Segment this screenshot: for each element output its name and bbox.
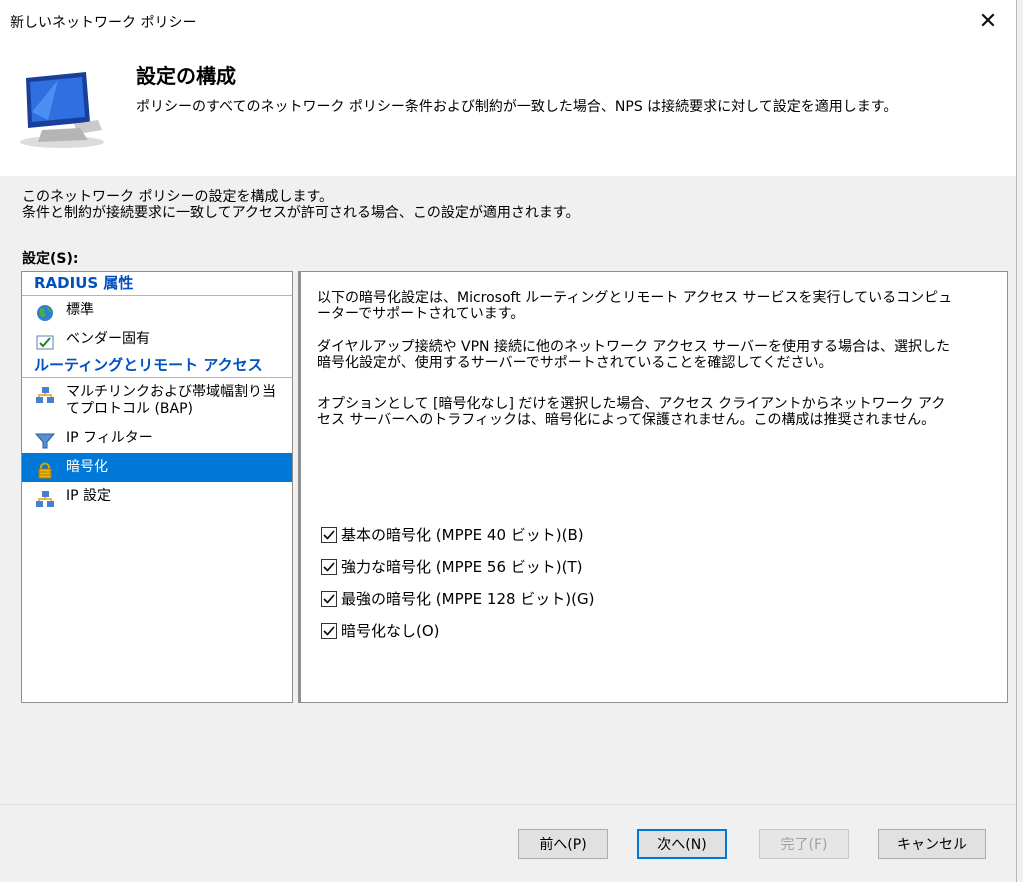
info-paragraph-2: ダイヤルアップ接続や VPN 接続に他のネットワーク アクセス サーバーを使用す…: [317, 339, 951, 371]
settings-tree: RADIUS 属性 標準 ベンダー固有 ルーティングとリモート アクセス マルチ…: [21, 271, 293, 703]
tree-item-ip-filter[interactable]: IP フィルター: [22, 424, 292, 453]
back-button[interactable]: 前へ(P): [518, 829, 608, 859]
finish-button[interactable]: 完了(F): [759, 829, 849, 859]
lock-icon: [38, 462, 52, 479]
filter-icon: [34, 433, 56, 449]
basic-encryption-checkbox[interactable]: 基本の暗号化 (MPPE 40 ビット)(B): [321, 524, 584, 545]
checkbox-label: 最強の暗号化 (MPPE 128 ビット)(G): [341, 590, 595, 608]
tree-item-encryption[interactable]: 暗号化: [22, 453, 292, 482]
network-icon: [36, 387, 54, 403]
page-title: 設定の構成: [136, 64, 236, 88]
footer-divider: [0, 804, 1016, 805]
strongest-encryption-checkbox[interactable]: 最強の暗号化 (MPPE 128 ビット)(G): [321, 588, 594, 609]
checkbox-checked-icon: [321, 590, 337, 607]
checkbox-label: 暗号化なし(O): [341, 622, 440, 640]
tree-item-ip-settings[interactable]: IP 設定: [22, 482, 292, 511]
tree-item-label: IP 設定: [66, 488, 112, 504]
intro-line-1: このネットワーク ポリシーの設定を構成します。: [22, 189, 334, 205]
encryption-settings-panel: 以下の暗号化設定は、Microsoft ルーティングとリモート アクセス サービ…: [298, 271, 1008, 703]
window-title: 新しいネットワーク ポリシー: [10, 15, 197, 31]
tree-item-multilink[interactable]: マルチリンクおよび帯域幅割り当てプロトコル (BAP): [22, 378, 292, 424]
checklist-icon: [36, 335, 54, 350]
checkbox-label: 強力な暗号化 (MPPE 56 ビット)(T): [341, 558, 583, 576]
tree-item-label: IP フィルター: [66, 430, 153, 446]
monitor-icon: [20, 72, 104, 148]
page-description: ポリシーのすべてのネットワーク ポリシー条件および制約が一致した場合、NPS は…: [136, 99, 898, 115]
tree-item-vendor[interactable]: ベンダー固有: [22, 325, 292, 354]
intro-text: このネットワーク ポリシーの設定を構成します。 条件と制約が接続要求に一致してア…: [22, 189, 579, 221]
tree-item-standard[interactable]: 標準: [22, 296, 292, 325]
network-icon: [36, 491, 54, 507]
group-header-radius: RADIUS 属性: [22, 272, 292, 296]
settings-label: 設定(S):: [22, 251, 79, 267]
group-header-routing: ルーティングとリモート アクセス: [22, 354, 292, 378]
globe-icon: [37, 305, 53, 321]
tree-item-label: ベンダー固有: [66, 331, 150, 347]
wizard-header: 設定の構成 ポリシーのすべてのネットワーク ポリシー条件および制約が一致した場合…: [0, 46, 1016, 176]
info-paragraph-1: 以下の暗号化設定は、Microsoft ルーティングとリモート アクセス サービ…: [317, 290, 953, 322]
title-bar: 新しいネットワーク ポリシー ✕: [0, 0, 1016, 46]
tree-item-label: マルチリンクおよび帯域幅割り当てプロトコル (BAP): [66, 384, 276, 417]
new-network-policy-dialog: 新しいネットワーク ポリシー ✕ 設定の構成 ポリシーのすべてのネットワーク ポ…: [0, 0, 1017, 882]
checkbox-checked-icon: [321, 526, 337, 543]
no-encryption-checkbox[interactable]: 暗号化なし(O): [321, 620, 440, 641]
info-paragraph-3: オプションとして [暗号化なし] だけを選択した場合、アクセス クライアントから…: [317, 396, 946, 428]
strong-encryption-checkbox[interactable]: 強力な暗号化 (MPPE 56 ビット)(T): [321, 556, 582, 577]
next-button[interactable]: 次へ(N): [637, 829, 727, 859]
intro-line-2: 条件と制約が接続要求に一致してアクセスが許可される場合、この設定が適用されます。: [22, 205, 580, 221]
tree-item-label: 標準: [66, 302, 94, 318]
tree-item-label: 暗号化: [66, 459, 108, 475]
checkbox-checked-icon: [321, 558, 337, 575]
checkbox-checked-icon: [321, 622, 337, 639]
cancel-button[interactable]: キャンセル: [878, 829, 986, 859]
checkbox-label: 基本の暗号化 (MPPE 40 ビット)(B): [341, 526, 584, 544]
close-icon[interactable]: ✕: [974, 8, 1002, 36]
